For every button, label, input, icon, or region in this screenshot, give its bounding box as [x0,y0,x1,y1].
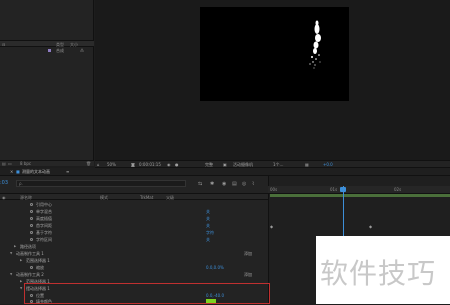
draft-3d-icon[interactable]: ✱ [210,181,214,187]
composition-canvas[interactable] [200,7,349,101]
frame-blending-icon[interactable]: ▤ [232,181,237,187]
network-icon: ⁂ [80,48,84,53]
stopwatch-icon[interactable] [30,224,33,227]
camera-icon[interactable]: ◙ [131,162,135,167]
comp-tab-icon: ■ [16,169,20,174]
viewer-timecode[interactable]: 0:00:01:15 [139,162,161,167]
twirl-icon[interactable]: ▶ [14,244,16,248]
prop-row[interactable]: 字符区间 关 [0,236,268,243]
prop-row[interactable]: 首字间距 关 [0,222,268,229]
snapshot-icon[interactable]: ◉ [167,162,171,167]
zoom-dropdown[interactable]: 50% [107,162,116,167]
selection-highlight [24,283,270,304]
prop-row[interactable]: 基于字符 字符 [0,229,268,236]
tab-menu-icon[interactable]: ≡ [66,169,69,174]
timeline-column-header: ◉ 源名称 模式 TrkMat 父级 [0,194,268,200]
particle-text-render [309,20,321,69]
stopwatch-icon[interactable] [30,203,33,206]
prop-row[interactable]: 单字混合 关 [0,208,268,215]
project-item-type: 合成 [56,48,64,53]
viewer-toolbar: ⌂ 50% ◙ 0:00:01:15 ◉ ● 完整 ▣ 活动摄像机 1个… ▦ … [95,160,450,168]
watermark: 软件技巧 [316,236,450,304]
av-features-icon: ◉ [2,195,6,200]
search-input[interactable]: ρ. [16,180,186,187]
new-folder-icon[interactable]: ▭ [8,161,12,166]
prop-row[interactable]: 缩放 0.0,0.0% [0,264,268,271]
prop-row[interactable]: 高度插值 关 [0,215,268,222]
project-column-header: ⊟ 类型 大小 [0,40,94,47]
stopwatch-icon[interactable] [30,238,33,241]
motion-blur-icon[interactable]: ◎ [242,181,246,187]
col-trkmat[interactable]: TrkMat [140,195,153,200]
exposure-value[interactable]: +0.0 [323,162,333,167]
twirl-icon[interactable]: ▼ [20,286,22,290]
project-item[interactable]: 合成 ⁂ [0,47,94,53]
work-area-bar[interactable] [270,194,450,197]
twirl-icon[interactable]: ▼ [10,272,12,276]
twirl-icon[interactable]: ▼ [10,251,12,255]
tab-close[interactable]: × [10,169,13,174]
group-row[interactable]: ▶ 范围选择器 1 [0,257,268,264]
grid-icon[interactable]: ▦ [305,162,309,167]
ruler-mark: 01s [330,187,338,192]
shy-icon[interactable]: ◉ [222,181,226,187]
trash-icon[interactable]: 🗑 [86,161,91,166]
stopwatch-icon[interactable] [30,266,33,269]
keyframe-icon[interactable]: ◆ [270,224,273,229]
always-preview-icon[interactable]: ⌂ [97,162,100,167]
group-row[interactable]: ▼ 动画制作工具 2 添加 [0,271,268,278]
timeline-timecode[interactable]: :03 [0,180,8,186]
stopwatch-icon[interactable] [30,210,33,213]
bpc-label[interactable]: 8 bpc [20,161,31,166]
ruler-mark: 02s [394,187,402,192]
stopwatch-icon[interactable] [30,231,33,234]
show-snapshot-icon[interactable]: ● [175,162,179,167]
timeline-tabs: × ■ 测量的文本动画 ≡ [0,168,450,176]
graph-editor-icon[interactable]: ⌇ [252,181,254,187]
group-row[interactable]: ▶ 路径选项 [0,243,268,250]
label-swatch [48,49,51,52]
interpret-footage-icon[interactable]: ▤ [2,161,6,166]
prop-row[interactable]: 引用中心 [0,201,268,208]
project-panel: ⊟ 类型 大小 合成 ⁂ ▤ ▭ 8 bpc 🗑 [0,0,94,166]
roi-icon[interactable]: ▣ [223,162,227,167]
twirl-icon[interactable]: ▶ [20,258,22,262]
group-row[interactable]: ▼ 动画制作工具 1 添加 [0,250,268,257]
watermark-text: 软件技巧 [320,257,437,290]
ruler-mark: 00s [270,187,278,192]
project-footer: ▤ ▭ 8 bpc 🗑 [0,160,94,166]
time-ruler[interactable]: 00s 01s 02s [268,186,450,194]
tab-comp[interactable]: 测量的文本动画 [22,169,50,175]
playhead-handle[interactable] [340,187,346,192]
keyframe-icon[interactable]: ◆ [369,224,372,229]
comp-mini-flowchart-icon[interactable]: ⇆ [198,181,202,187]
stopwatch-icon[interactable] [30,217,33,220]
twirl-icon[interactable]: ▶ [20,279,22,283]
